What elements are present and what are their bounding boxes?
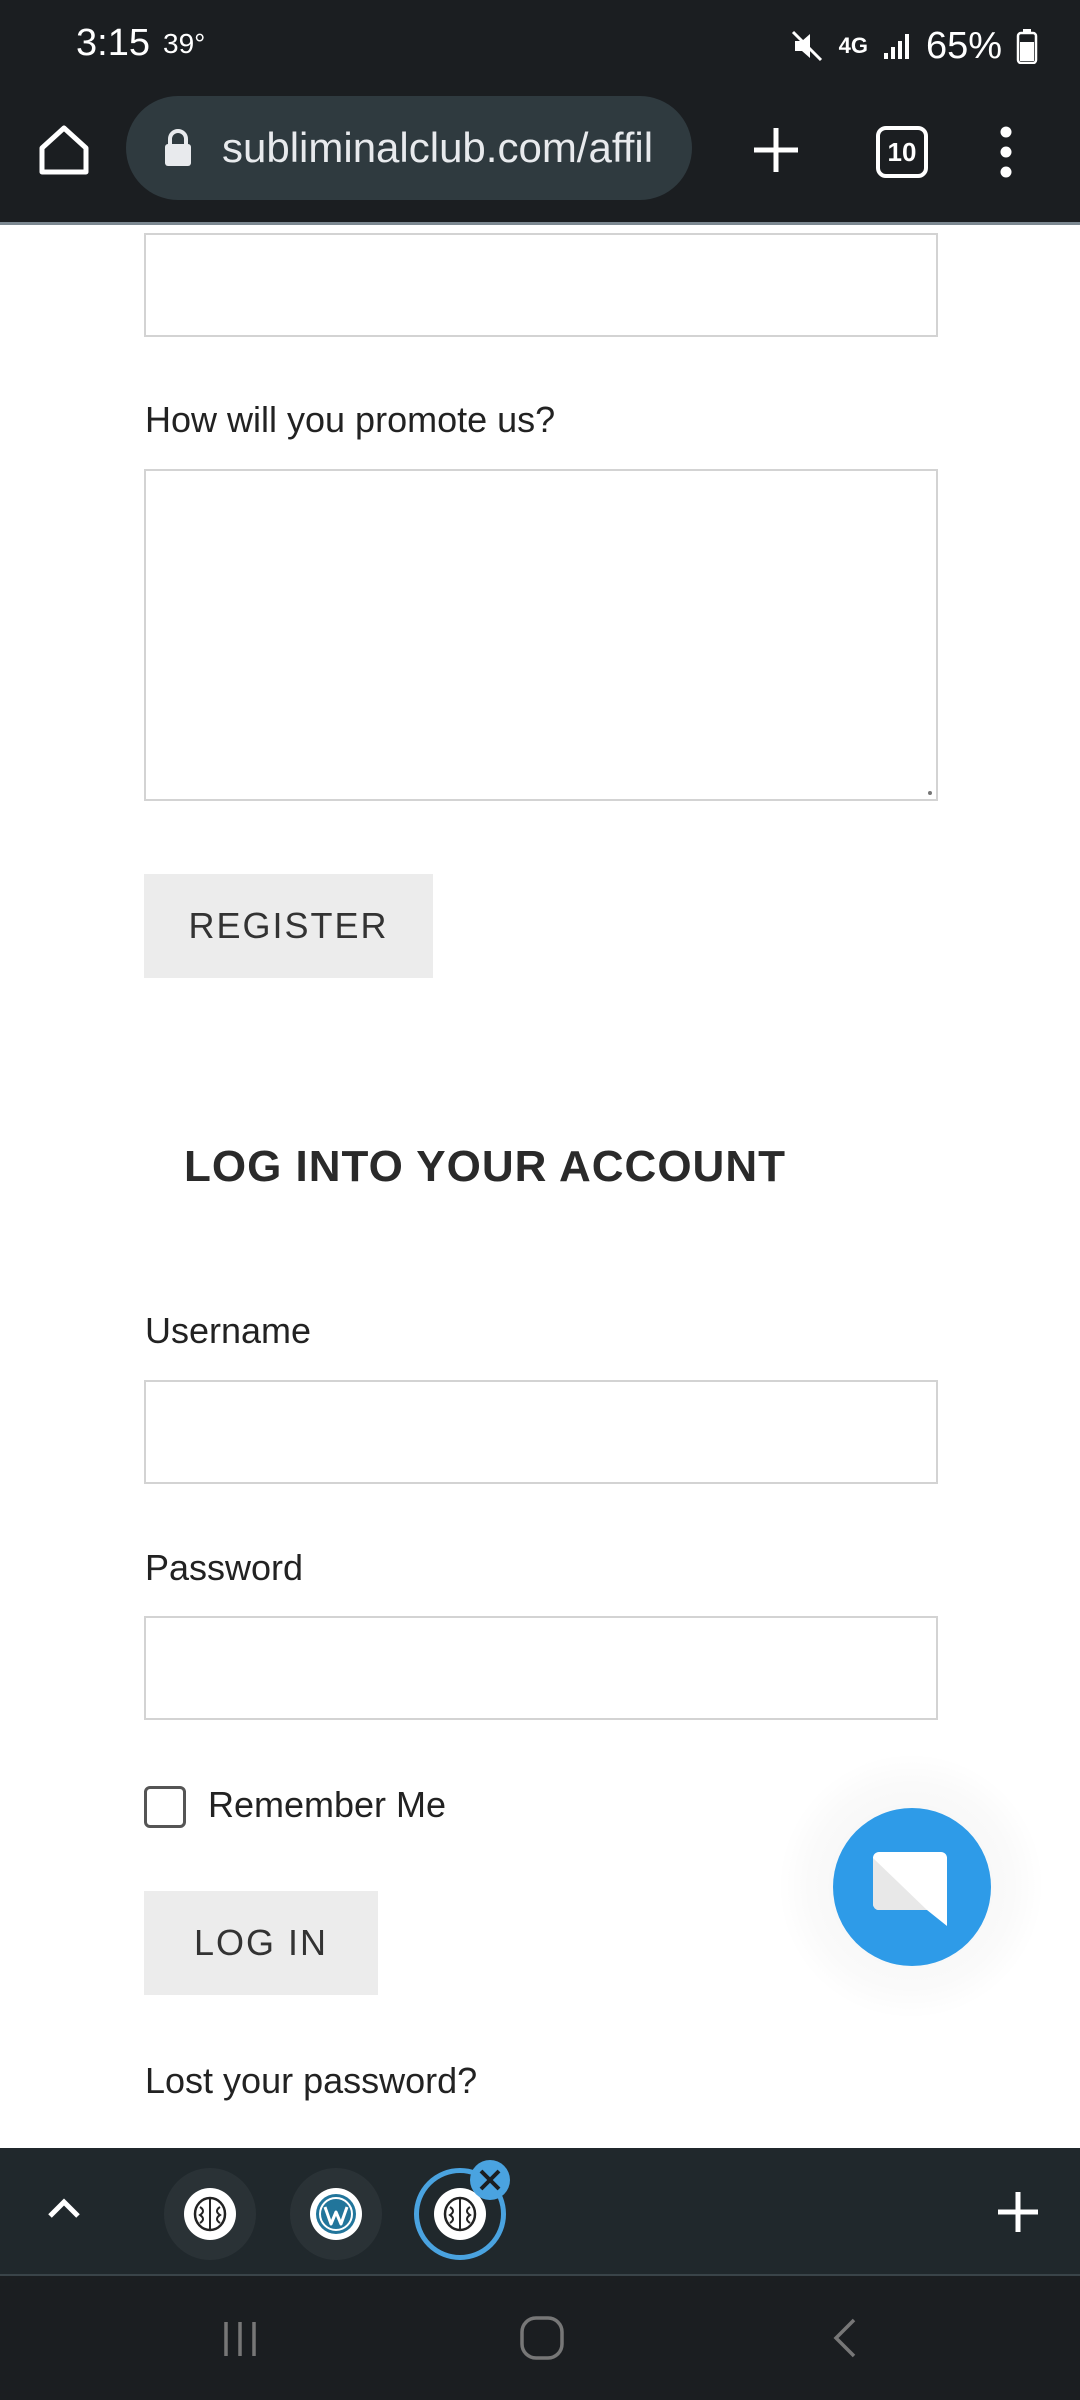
system-nav-bar: [0, 2276, 1080, 2400]
remember-me-label[interactable]: Remember Me: [208, 1784, 446, 1826]
close-tab-button[interactable]: [470, 2160, 510, 2200]
tab-strip: [0, 2148, 1080, 2274]
tab-wordpress[interactable]: [290, 2168, 382, 2260]
add-tab-plus-icon[interactable]: [994, 2188, 1042, 2236]
network-type: 4G: [838, 33, 868, 58]
promote-label: How will you promote us?: [145, 399, 556, 440]
signal-icon: [883, 34, 909, 59]
more-vert-icon[interactable]: [996, 122, 1016, 182]
tab-brain-1[interactable]: [164, 2168, 256, 2260]
promote-textarea[interactable]: [144, 469, 938, 801]
password-label: Password: [145, 1547, 304, 1588]
brain-icon: [193, 2196, 227, 2232]
battery-icon: [1016, 29, 1038, 64]
tab-count: 10: [887, 137, 917, 167]
lost-password-link[interactable]: Lost your password?: [145, 2060, 477, 2102]
address-bar[interactable]: subliminalclub.com/affil: [126, 96, 692, 200]
home-icon[interactable]: [34, 120, 94, 180]
login-heading: LOG INTO YOUR ACCOUNT: [184, 1142, 786, 1191]
chevron-up-icon[interactable]: [44, 2188, 84, 2228]
wordpress-icon: [316, 2194, 356, 2234]
remember-me-checkbox[interactable]: [144, 1786, 186, 1828]
status-right-group: 4G 65%: [789, 18, 1038, 74]
resize-handle-icon[interactable]: [926, 789, 934, 797]
brain-icon: [443, 2196, 477, 2232]
login-button[interactable]: LOG IN: [144, 1891, 378, 1995]
username-label: Username: [145, 1310, 312, 1351]
status-bar: 3:15 39° 4G 65%: [0, 0, 1080, 92]
tabs-icon[interactable]: 10: [876, 126, 928, 178]
register-button[interactable]: REGISTER: [144, 874, 433, 978]
home-nav-icon[interactable]: [518, 2314, 566, 2362]
password-input[interactable]: [144, 1616, 938, 1720]
username-input[interactable]: [144, 1380, 938, 1484]
previous-text-field[interactable]: [144, 233, 938, 337]
close-icon: [479, 2169, 501, 2191]
plus-icon[interactable]: [748, 122, 804, 178]
battery-percent: 65%: [925, 24, 1002, 67]
chat-button[interactable]: [833, 1808, 991, 1966]
mute-icon: [791, 30, 822, 62]
browser-toolbar: subliminalclub.com/affil 10: [0, 92, 1080, 222]
recent-apps-icon[interactable]: [218, 2316, 262, 2360]
chat-bubble-icon: [873, 1852, 947, 1926]
lock-icon: [165, 129, 191, 166]
status-time: 3:15: [76, 22, 150, 64]
url-text[interactable]: subliminalclub.com/affil: [222, 124, 682, 172]
status-temperature: 39°: [163, 28, 206, 59]
back-nav-icon[interactable]: [826, 2316, 866, 2360]
